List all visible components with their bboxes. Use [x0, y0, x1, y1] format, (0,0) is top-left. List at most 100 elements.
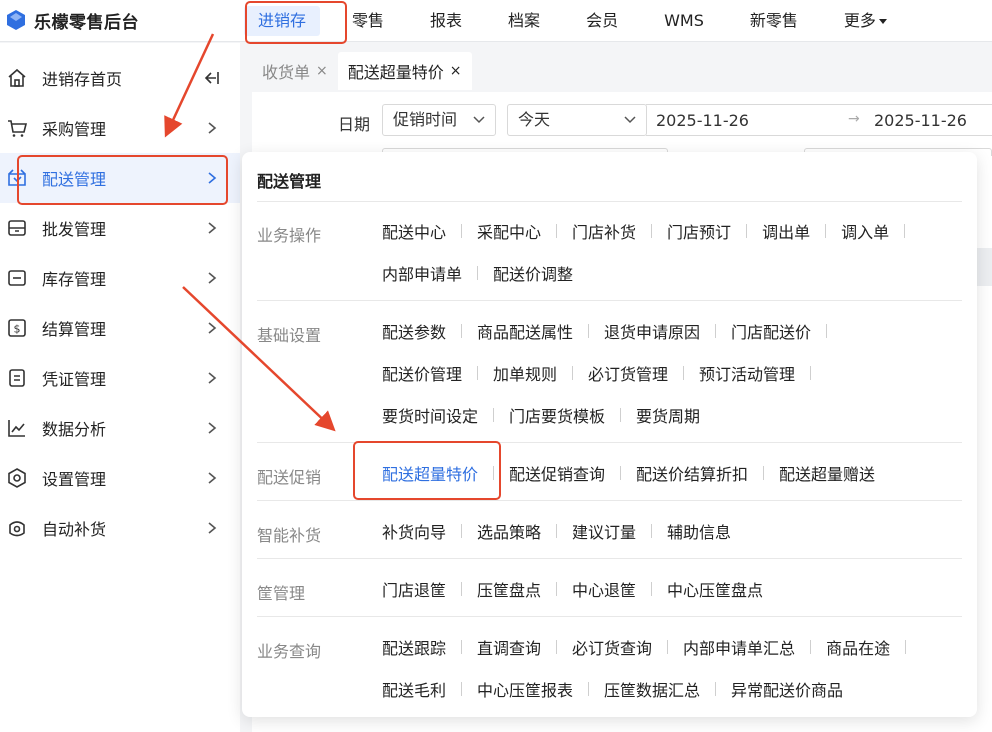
menu-link[interactable]: 商品在途 [826, 635, 890, 659]
menu-link[interactable]: 必订货管理 [588, 361, 668, 385]
menu-link[interactable]: 内部申请单汇总 [683, 635, 795, 659]
sidebar-item-auto-replenish[interactable]: 自动补货 [0, 503, 240, 553]
cart-icon [8, 120, 28, 137]
separator [667, 640, 669, 654]
separator [477, 366, 479, 380]
nav-new-retail[interactable]: 新零售 [736, 6, 812, 36]
date-type-select[interactable]: 促销时间 [382, 104, 496, 136]
link-row: 配送价管理 加单规则 必订货管理 预订活动管理 [382, 352, 972, 394]
menu-link[interactable]: 配送价管理 [382, 361, 462, 385]
chevron-down-icon [624, 116, 636, 124]
menu-link[interactable]: 压筐盘点 [477, 577, 541, 601]
group-label: 基础设置 [257, 326, 322, 345]
sidebar-item-inventory[interactable]: 库存管理 [0, 253, 240, 303]
nav-archive[interactable]: 档案 [494, 6, 554, 36]
menu-link[interactable]: 压筐数据汇总 [604, 677, 700, 701]
separator [477, 266, 479, 280]
sidebar-item-analytics[interactable]: 数据分析 [0, 403, 240, 453]
app-title: 乐檬零售后台 [34, 12, 139, 33]
menu-link[interactable]: 门店补货 [572, 219, 636, 243]
link-row: 配送参数 商品配送属性 退货申请原因 门店配送价 [382, 310, 972, 352]
menu-link[interactable]: 调出单 [762, 219, 810, 243]
menu-link[interactable]: 中心压筐盘点 [667, 577, 763, 601]
nav-retail[interactable]: 零售 [338, 6, 398, 36]
page-tabs: 收货单 × 配送超量特价 × [252, 52, 472, 90]
chevron-right-icon [208, 322, 217, 334]
app-logo[interactable]: 乐檬零售后台 [6, 7, 139, 33]
menu-link[interactable]: 配送毛利 [382, 677, 446, 701]
sidebar-item-label: 批发管理 [42, 220, 107, 239]
link-row: 配送中心 采配中心 门店补货 门店预订 调出单 调入单 [382, 210, 972, 252]
nav-member[interactable]: 会员 [572, 6, 632, 36]
menu-link[interactable]: 门店要货模板 [509, 403, 605, 427]
tab-delivery-special[interactable]: 配送超量特价 × [337, 52, 472, 90]
menu-link[interactable]: 门店配送价 [731, 319, 811, 343]
menu-link[interactable]: 配送中心 [382, 219, 446, 243]
sidebar-item-wholesale[interactable]: 批发管理 [0, 203, 240, 253]
menu-link[interactable]: 商品配送属性 [477, 319, 573, 343]
menu-link[interactable]: 直调查询 [477, 635, 541, 659]
menu-link[interactable]: 配送促销查询 [509, 461, 605, 485]
menu-link[interactable]: 门店预订 [667, 219, 731, 243]
nav-more[interactable]: 更多 [830, 6, 901, 36]
annotation-box-menu [353, 441, 501, 500]
menu-link[interactable]: 必订货查询 [572, 635, 652, 659]
sidebar-item-label: 凭证管理 [42, 370, 107, 389]
close-icon[interactable]: × [450, 63, 462, 79]
tab-label: 收货单 [262, 63, 311, 82]
separator [620, 408, 622, 422]
menu-link[interactable]: 配送价调整 [493, 261, 573, 285]
group-label: 筐管理 [257, 584, 306, 603]
date-from[interactable]: 2025-11-26 [656, 111, 749, 130]
menu-link[interactable]: 选品策略 [477, 519, 541, 543]
menu-link[interactable]: 配送跟踪 [382, 635, 446, 659]
date-range-picker[interactable]: 2025-11-26 → 2025-11-26 [646, 104, 992, 136]
menu-link[interactable]: 采配中心 [477, 219, 541, 243]
top-bar: 乐檬零售后台 进销存 零售 报表 档案 会员 WMS 新零售 更多 [0, 0, 992, 42]
close-icon[interactable]: × [316, 63, 328, 79]
menu-link[interactable]: 预订活动管理 [699, 361, 795, 385]
menu-link[interactable]: 异常配送价商品 [731, 677, 843, 701]
menu-link[interactable]: 配送价结算折扣 [636, 461, 748, 485]
menu-link[interactable]: 中心压筐报表 [477, 677, 573, 701]
link-row: 门店退筐 压筐盘点 中心退筐 中心压筐盘点 [382, 568, 972, 610]
sidebar-item-label: 结算管理 [42, 320, 107, 339]
menu-link[interactable]: 退货申请原因 [604, 319, 700, 343]
tab-receipt[interactable]: 收货单 × [252, 52, 338, 90]
date-type-value: 促销时间 [393, 110, 458, 129]
sidebar-item-voucher[interactable]: 凭证管理 [0, 353, 240, 403]
date-preset-select[interactable]: 今天 [507, 104, 647, 136]
sidebar-item-label: 库存管理 [42, 270, 107, 289]
separator [556, 524, 558, 538]
menu-link[interactable]: 辅助信息 [667, 519, 731, 543]
menu-link[interactable]: 调入单 [841, 219, 889, 243]
sidebar-item-purchase[interactable]: 采购管理 [0, 103, 240, 153]
menu-link[interactable]: 加单规则 [493, 361, 557, 385]
menu-link[interactable]: 内部申请单 [382, 261, 462, 285]
menu-link[interactable]: 建议订量 [572, 519, 636, 543]
menu-link[interactable]: 要货时间设定 [382, 403, 478, 427]
menu-link[interactable]: 补货向导 [382, 519, 446, 543]
menu-link[interactable]: 配送参数 [382, 319, 446, 343]
group-links: 配送跟踪 直调查询 必订货查询 内部申请单汇总 商品在途 配送毛利 中心压筐报表… [382, 626, 972, 710]
nav-reports[interactable]: 报表 [416, 6, 476, 36]
link-row: 要货时间设定 门店要货模板 要货周期 [382, 394, 972, 436]
menu-link[interactable]: 中心退筐 [572, 577, 636, 601]
sidebar-item-home[interactable]: 进销存首页 [0, 53, 240, 103]
sidebar-item-settings[interactable]: 设置管理 [0, 453, 240, 503]
sidebar-item-settlement[interactable]: $ 结算管理 [0, 303, 240, 353]
voucher-icon [9, 369, 25, 387]
collapse-sidebar-icon[interactable] [202, 70, 220, 86]
menu-link[interactable]: 要货周期 [636, 403, 700, 427]
date-to[interactable]: 2025-11-26 [874, 111, 967, 130]
menu-link[interactable]: 配送超量赠送 [779, 461, 875, 485]
link-row: 配送跟踪 直调查询 必订货查询 内部申请单汇总 商品在途 [382, 626, 972, 668]
separator [651, 524, 653, 538]
sidebar-item-label: 数据分析 [42, 420, 107, 439]
menu-link[interactable]: 门店退筐 [382, 577, 446, 601]
separator [825, 224, 827, 238]
nav-wms[interactable]: WMS [650, 6, 718, 36]
separator [763, 466, 765, 480]
group-links: 门店退筐 压筐盘点 中心退筐 中心压筐盘点 [382, 568, 972, 610]
inventory-icon [8, 270, 26, 286]
